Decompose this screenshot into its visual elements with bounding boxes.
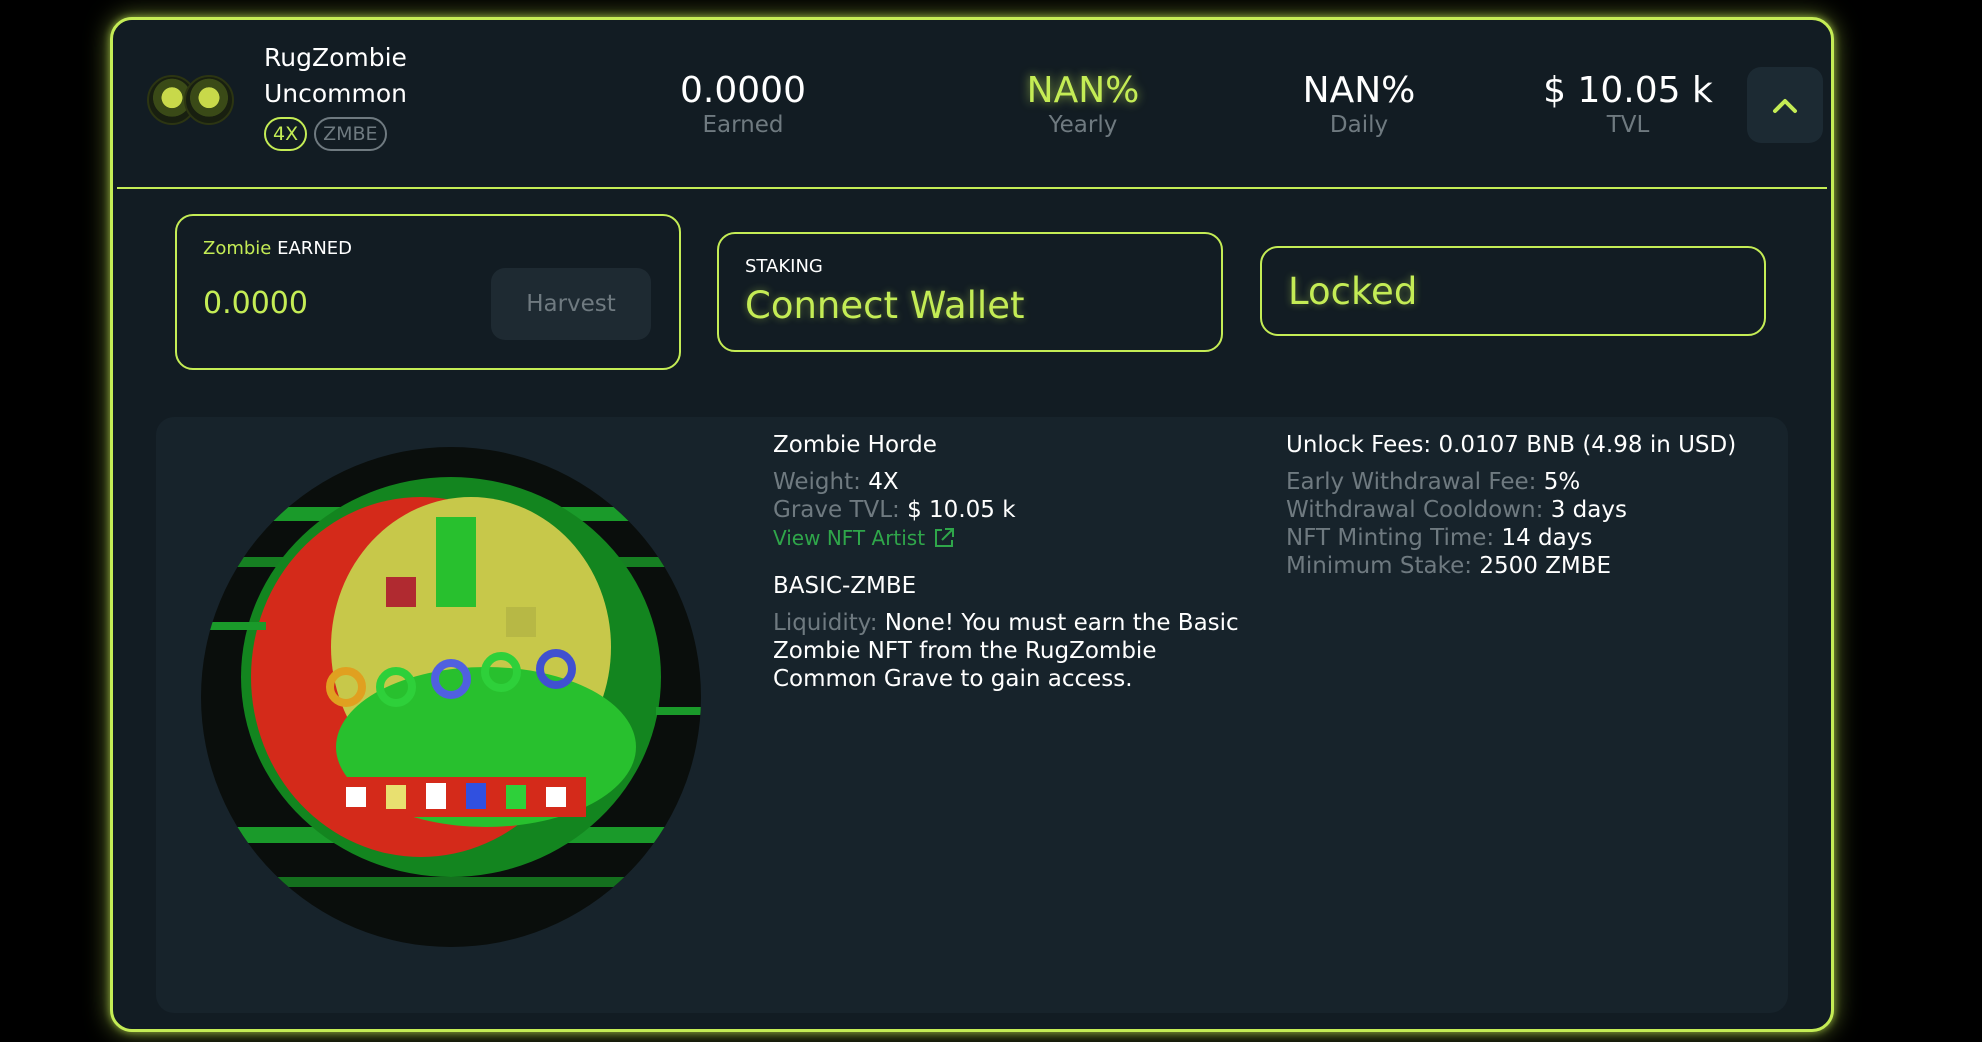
collapse-button[interactable] [1747, 67, 1823, 143]
unlock-fees: Unlock Fees: 0.0107 BNB (4.98 in USD) [1286, 432, 1737, 458]
minting-row: NFT Minting Time: 14 days [1286, 524, 1766, 552]
details-panel: Zombie Horde Weight: 4X Grave TVL: $ 10.… [156, 417, 1788, 1013]
nft-info-column: Zombie Horde Weight: 4X Grave TVL: $ 10.… [773, 431, 1273, 693]
liquidity-row: Liquidity: None! You must earn the Basic… [773, 609, 1243, 693]
zombie-skull-nft-image [201, 447, 701, 947]
stat-earned-label: Earned [702, 112, 784, 138]
multiplier-badge: 4X [264, 117, 308, 151]
grave-tvl-label: Grave TVL: [773, 497, 900, 523]
view-nft-artist-link[interactable]: View NFT Artist [773, 524, 955, 552]
weight-value: 4X [868, 469, 899, 495]
stat-tvl: $ 10.05 k TVL [1533, 70, 1723, 138]
harvest-button[interactable]: Harvest [491, 268, 651, 340]
earned-box: Zombie EARNED 0.0000 Harvest [175, 214, 681, 370]
nft-name: Zombie Horde [773, 432, 937, 458]
liquidity-label: Liquidity: [773, 610, 878, 636]
pool-tags: 4X ZMBE [264, 117, 387, 151]
locked-box: Locked [1260, 246, 1766, 336]
stat-daily-label: Daily [1329, 112, 1389, 138]
grave-tvl-value: $ 10.05 k [907, 497, 1016, 523]
stat-earned-value: 0.0000 [680, 70, 806, 111]
earned-amount: 0.0000 [203, 286, 308, 321]
staking-label: STAKING [745, 256, 823, 277]
fees-column: Unlock Fees: 0.0107 BNB (4.98 in USD) Ea… [1286, 431, 1766, 580]
zombie-token-icon [147, 75, 237, 135]
earned-token: Zombie [203, 238, 272, 259]
grave-header[interactable]: RugZombie Uncommon 4X ZMBE 0.0000 Earned… [113, 20, 1831, 190]
minting-label: NFT Minting Time: [1286, 525, 1495, 551]
earned-title: Zombie EARNED [203, 238, 352, 259]
token-badge: ZMBE [314, 117, 387, 151]
weight-label: Weight: [773, 469, 861, 495]
pool-name: RugZombie Uncommon [264, 40, 407, 112]
cooldown-label: Withdrawal Cooldown: [1286, 497, 1544, 523]
stat-daily-value: NAN% [1302, 70, 1416, 111]
cooldown-value: 3 days [1550, 497, 1627, 523]
external-link-icon [935, 528, 955, 547]
early-withdrawal-row: Early Withdrawal Fee: 5% [1286, 468, 1766, 496]
min-stake-value: 2500 ZMBE [1479, 553, 1612, 579]
requirement-name: BASIC-ZMBE [773, 573, 917, 599]
stat-earned: 0.0000 Earned [673, 70, 813, 138]
weight-row: Weight: 4X [773, 468, 1273, 496]
header-divider [117, 187, 1827, 189]
minting-value: 14 days [1501, 525, 1593, 551]
grave-tvl-row: Grave TVL: $ 10.05 k [773, 496, 1273, 524]
stat-tvl-value: $ 10.05 k [1543, 70, 1713, 111]
locked-status: Locked [1288, 270, 1418, 313]
pool-name-line2: Uncommon [264, 79, 408, 108]
early-withdrawal-value: 5% [1543, 469, 1581, 495]
stat-yearly-value: NAN% [1026, 70, 1140, 111]
min-stake-row: Minimum Stake: 2500 ZMBE [1286, 552, 1766, 580]
staking-box[interactable]: STAKING Connect Wallet [717, 232, 1223, 352]
stat-yearly-label: Yearly [1048, 112, 1118, 138]
early-withdrawal-label: Early Withdrawal Fee: [1286, 469, 1537, 495]
stat-tvl-label: TVL [1606, 112, 1650, 138]
stat-daily: NAN% Daily [1289, 70, 1429, 138]
pool-name-line1: RugZombie [264, 43, 407, 72]
min-stake-label: Minimum Stake: [1286, 553, 1473, 579]
earned-label: EARNED [277, 238, 353, 259]
chevron-up-icon [1773, 99, 1797, 113]
stat-yearly: NAN% Yearly [1013, 70, 1153, 138]
connect-wallet-button[interactable]: Connect Wallet [745, 284, 1024, 327]
grave-card: RugZombie Uncommon 4X ZMBE 0.0000 Earned… [110, 17, 1834, 1032]
view-nft-artist-label: View NFT Artist [773, 526, 926, 550]
cooldown-row: Withdrawal Cooldown: 3 days [1286, 496, 1766, 524]
